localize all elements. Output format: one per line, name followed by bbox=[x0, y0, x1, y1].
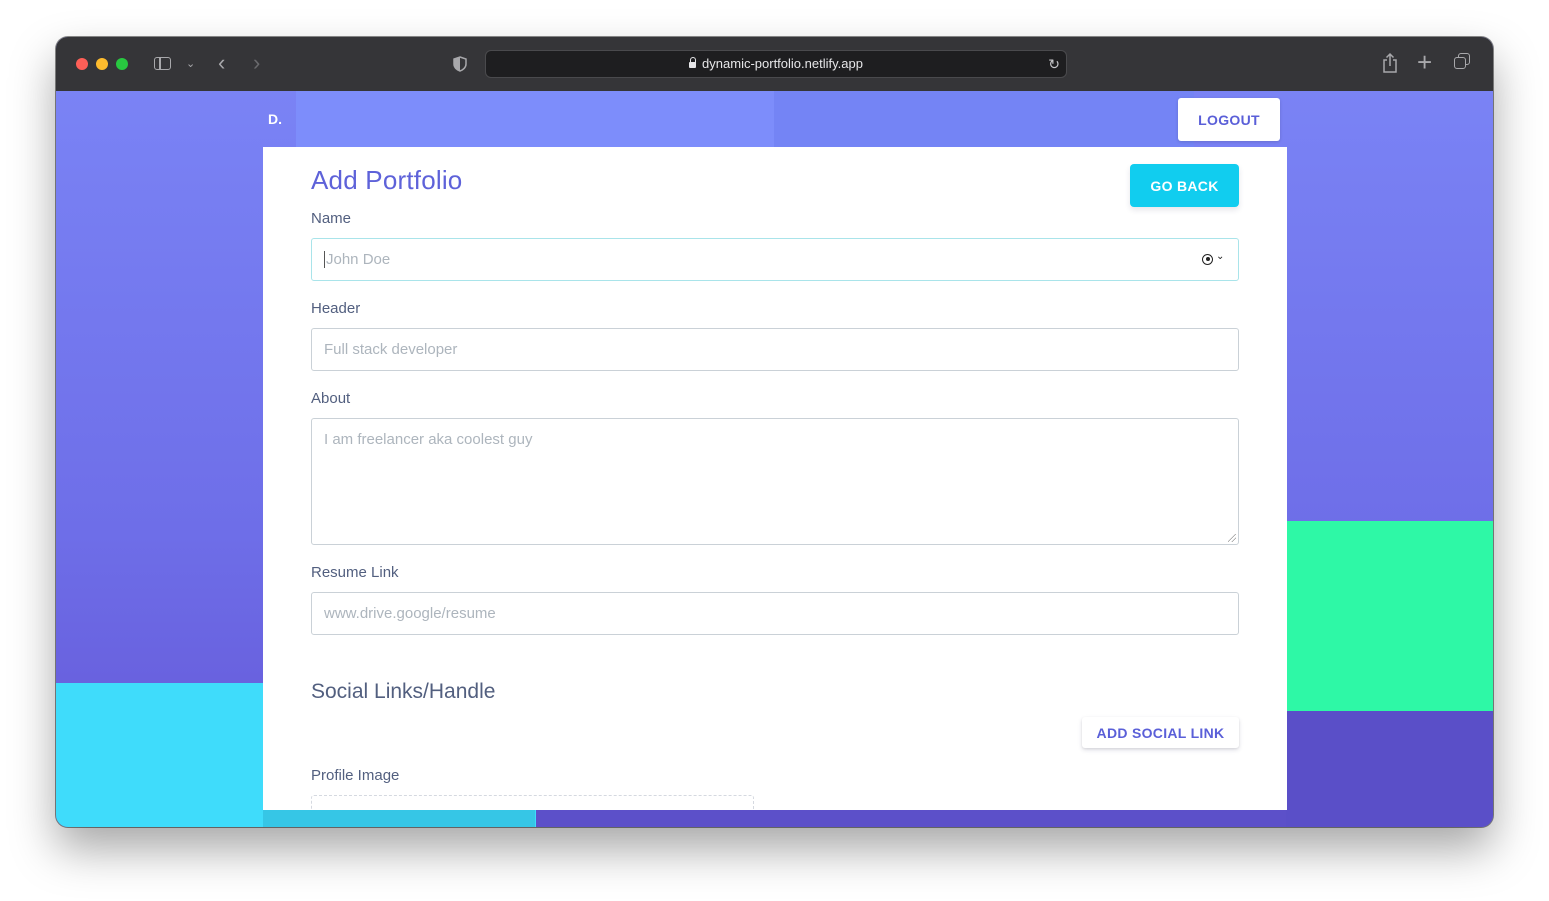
chevron-down-icon[interactable]: ⌄ bbox=[186, 57, 195, 77]
header-input[interactable]: Full stack developer bbox=[311, 328, 1239, 371]
page-title: Add Portfolio bbox=[311, 165, 463, 195]
sidebar-toggle-icon[interactable] bbox=[154, 54, 174, 74]
profile-image-dropzone[interactable] bbox=[311, 795, 754, 810]
minimize-window-button[interactable] bbox=[96, 58, 108, 70]
tab-overview-icon[interactable] bbox=[1454, 53, 1474, 73]
close-window-button[interactable] bbox=[76, 58, 88, 70]
url-text: dynamic-portfolio.netlify.app bbox=[702, 56, 863, 71]
name-input[interactable]: John Doe ⌄ bbox=[311, 238, 1239, 281]
browser-toolbar: ⌄ ‹ › dynamic-portfolio.netlify.app ↻ + bbox=[56, 37, 1493, 92]
share-icon[interactable] bbox=[1381, 52, 1399, 74]
resume-link-placeholder: www.drive.google/resume bbox=[324, 605, 496, 622]
about-label: About bbox=[311, 390, 351, 407]
header-placeholder: Full stack developer bbox=[324, 341, 458, 358]
browser-window: ⌄ ‹ › dynamic-portfolio.netlify.app ↻ + bbox=[56, 37, 1493, 827]
decor-shape bbox=[1286, 711, 1493, 827]
decor-shape bbox=[1286, 521, 1493, 711]
privacy-shield-icon[interactable] bbox=[453, 56, 467, 72]
about-placeholder: I am freelancer aka coolest guy bbox=[324, 431, 533, 448]
text-caret bbox=[324, 251, 325, 268]
profile-image-label: Profile Image bbox=[311, 767, 400, 784]
resize-handle[interactable] bbox=[1228, 534, 1236, 542]
reload-icon[interactable]: ↻ bbox=[1048, 51, 1060, 77]
decor-shape bbox=[296, 91, 774, 147]
name-placeholder: John Doe bbox=[326, 251, 391, 268]
contact-autofill-icon[interactable]: ⌄ bbox=[1202, 251, 1224, 267]
add-portfolio-card: Add Portfolio GO BACK Name John Doe ⌄ He… bbox=[263, 147, 1287, 810]
resume-link-label: Resume Link bbox=[311, 564, 399, 581]
name-label: Name bbox=[311, 210, 352, 227]
forward-arrow-icon[interactable]: › bbox=[253, 50, 260, 75]
about-textarea[interactable]: I am freelancer aka coolest guy bbox=[311, 418, 1239, 545]
address-bar[interactable]: dynamic-portfolio.netlify.app ↻ bbox=[485, 50, 1067, 78]
brand-logo[interactable]: D. bbox=[268, 111, 282, 127]
page-viewport: D. LOGOUT Add Portfolio GO BACK Name Joh… bbox=[56, 91, 1493, 827]
back-arrow-icon[interactable]: ‹ bbox=[218, 50, 225, 75]
add-social-link-button[interactable]: ADD SOCIAL LINK bbox=[1082, 717, 1239, 748]
decor-shape bbox=[774, 91, 1194, 147]
logout-button[interactable]: LOGOUT bbox=[1178, 98, 1280, 141]
social-links-heading: Social Links/Handle bbox=[311, 680, 496, 703]
new-tab-plus-icon[interactable]: + bbox=[1417, 47, 1432, 77]
header-label: Header bbox=[311, 300, 361, 317]
resume-link-input[interactable]: www.drive.google/resume bbox=[311, 592, 1239, 635]
fullscreen-window-button[interactable] bbox=[116, 58, 128, 70]
go-back-button[interactable]: GO BACK bbox=[1130, 164, 1239, 207]
lock-icon bbox=[689, 57, 697, 68]
